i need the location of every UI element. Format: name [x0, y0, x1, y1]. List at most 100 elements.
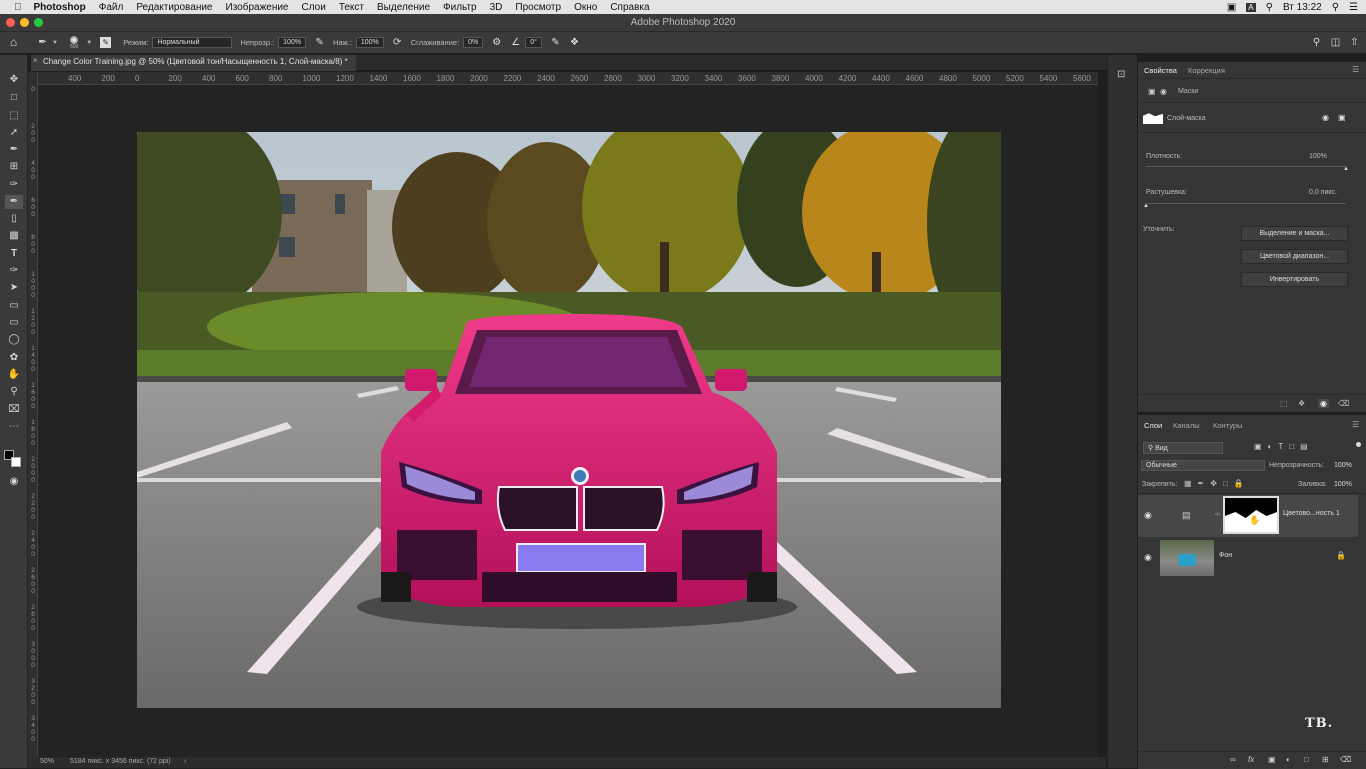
search-icon[interactable]: ⚲ [1311, 37, 1322, 48]
brush-tool-icon[interactable]: ✒ [5, 195, 23, 209]
menu-view[interactable]: Просмотр [515, 2, 561, 13]
document-tab[interactable]: × Change Color Training.jpg @ 50% (Цвето… [31, 55, 356, 71]
eye-icon[interactable]: ◉ [1318, 399, 1329, 408]
layer-name[interactable]: Цветово...ность 1 [1283, 510, 1340, 517]
chevron-right-icon[interactable]: › [184, 758, 186, 765]
rectangle-tool-icon[interactable]: ▭ [5, 299, 23, 313]
eye-icon[interactable]: ◉ [1144, 510, 1152, 521]
panel-menu-icon[interactable]: ☰ [1352, 65, 1359, 74]
pressure-opacity-icon[interactable]: ✎ [314, 37, 325, 48]
density-slider[interactable] [1146, 166, 1346, 167]
clock[interactable]: Вт 13:22 [1283, 2, 1322, 13]
add-pixel-mask-icon[interactable]: ◉ [1322, 113, 1329, 122]
color-range-button[interactable]: Цветовой диапазон... [1241, 249, 1348, 264]
trash-icon[interactable]: ⌫ [1338, 399, 1349, 408]
menu-layers[interactable]: Слои [302, 2, 326, 13]
frame-tool-icon[interactable]: ⌧ [5, 403, 23, 417]
link-layers-icon[interactable]: ∞ [1230, 755, 1236, 764]
tab-layers[interactable]: Слои [1144, 421, 1162, 430]
density-value[interactable]: 100% [1309, 153, 1327, 160]
eyedropper-tool-icon[interactable]: ✑ [5, 178, 23, 192]
search-icon[interactable]: ⚲ [1266, 2, 1273, 13]
workspace-icon[interactable]: ◫ [1330, 37, 1341, 48]
layer-filter-icons[interactable]: ▣◐T□▤ [1254, 442, 1314, 451]
panel-menu-icon[interactable]: ☰ [1352, 420, 1359, 429]
eraser-tool-icon[interactable]: ▯ [5, 212, 23, 226]
quick-select-tool-icon[interactable]: ✒ [5, 143, 23, 157]
add-mask-icon[interactable]: ▣ [1268, 755, 1276, 764]
more-tools-icon[interactable]: ⋯ [5, 420, 23, 434]
chevron-down-icon[interactable]: ▼ [86, 40, 92, 46]
menu-app-name[interactable]: Photoshop [34, 2, 86, 13]
brush-preset-picker[interactable]: 500 [70, 35, 78, 50]
feather-value[interactable]: 0,0 пикс. [1309, 189, 1337, 196]
menu-filter[interactable]: Фильтр [443, 2, 477, 13]
spotlight-icon[interactable]: ⚲ [1332, 2, 1339, 13]
layer-filter-select[interactable]: ⚲ Вид [1143, 442, 1223, 454]
move-tool-icon[interactable]: ✥ [5, 73, 23, 87]
vertical-ruler[interactable]: 0 200 400 600 800 1000 1200 1400 1600 1800 2000 220… [28, 72, 38, 762]
tab-channels[interactable]: Каналы [1173, 421, 1200, 430]
add-vector-mask-icon[interactable]: ▣ [1338, 113, 1346, 122]
tab-properties[interactable]: Свойства [1144, 66, 1177, 75]
horizontal-ruler[interactable]: 400 200 0 200 400 600 800 1000 1200 1400 1600 1800 2… [38, 72, 1098, 85]
history-panel-icon[interactable]: ⊡ [1117, 69, 1125, 80]
fx-icon[interactable]: fx [1248, 755, 1254, 764]
tab-adjustments[interactable]: Коррекция [1188, 66, 1225, 75]
layer-row[interactable]: ◉ Фон 🔒 [1138, 537, 1358, 579]
input-language-icon[interactable]: A [1246, 2, 1256, 12]
chevron-down-icon[interactable]: ▼ [52, 40, 58, 46]
layer-thumbnail[interactable] [1160, 540, 1214, 576]
layer-name[interactable]: Фон [1219, 552, 1232, 559]
menu-edit[interactable]: Редактирование [136, 2, 212, 13]
angle-field[interactable]: 0° [525, 37, 542, 48]
opacity-field[interactable]: 100% [278, 37, 307, 48]
path-select-tool-icon[interactable]: ➤ [5, 281, 23, 295]
brush-tool-icon[interactable]: ✒ [37, 37, 48, 48]
screen-icon[interactable]: ▣ [1227, 2, 1236, 13]
symmetry-icon[interactable]: ❖ [569, 37, 580, 48]
menu-help[interactable]: Справка [610, 2, 649, 13]
zoom-tool-icon[interactable]: ⚲ [5, 385, 23, 399]
fill-value[interactable]: 100% [1334, 481, 1352, 488]
menu-file[interactable]: Файл [99, 2, 124, 13]
feather-slider-thumb[interactable]: ▲ [1143, 203, 1149, 209]
pressure-size-icon[interactable]: ✎ [550, 37, 561, 48]
brush-settings-icon[interactable]: ✎ [100, 37, 112, 48]
tab-paths[interactable]: Контуры [1213, 421, 1242, 430]
background-color-swatch[interactable] [11, 457, 21, 467]
ellipse-tool-icon[interactable]: ◯ [5, 333, 23, 347]
lock-icons[interactable]: ▦✒✥□🔒 [1184, 479, 1250, 488]
feather-slider[interactable] [1146, 203, 1346, 204]
menu-image[interactable]: Изображение [226, 2, 289, 13]
apple-icon[interactable]:  [14, 2, 22, 13]
blend-mode-select[interactable]: Обычные [1141, 460, 1265, 471]
crop-tool-icon[interactable]: ⊞ [5, 160, 23, 174]
new-layer-icon[interactable]: ⊞ [1322, 755, 1329, 764]
menu-3d[interactable]: 3D [490, 2, 503, 13]
home-icon[interactable]: ⌂ [8, 36, 19, 48]
menu-select[interactable]: Выделение [377, 2, 430, 13]
filter-toggle-icon[interactable] [1356, 442, 1361, 447]
hand-tool-icon[interactable]: ✋ [5, 368, 23, 382]
select-and-mask-button[interactable]: Выделение и маска... [1241, 226, 1348, 241]
menu-text[interactable]: Текст [339, 2, 364, 13]
zoom-level[interactable]: 50% [40, 758, 54, 765]
pen-tool-icon[interactable]: ✑ [5, 264, 23, 278]
layer-mask-thumbnail[interactable]: ✋ [1223, 496, 1279, 534]
new-group-icon[interactable]: □ [1304, 755, 1309, 764]
link-icon[interactable]: ∞ [1215, 511, 1220, 518]
document-image[interactable] [137, 132, 1001, 708]
gear-icon[interactable]: ⚙ [491, 37, 502, 48]
load-selection-icon[interactable]: ⬚ [1280, 399, 1288, 408]
smoothing-field[interactable]: 0% [463, 37, 484, 48]
density-slider-thumb[interactable]: ▲ [1343, 166, 1349, 172]
pressure-field[interactable]: 100% [355, 37, 384, 48]
lasso-tool-icon[interactable]: ➚ [5, 126, 23, 140]
share-icon[interactable]: ⇧ [1349, 37, 1360, 48]
artboard-tool-icon[interactable]: □ [5, 91, 23, 105]
new-adjustment-icon[interactable]: ◐ [1286, 755, 1291, 764]
layer-row[interactable]: ◉ ▤ ∞ ✋ Цветово...ность 1 [1138, 495, 1358, 537]
marquee-tool-icon[interactable]: ⬚ [5, 109, 23, 123]
mode-select[interactable]: Нормальный [152, 37, 233, 48]
